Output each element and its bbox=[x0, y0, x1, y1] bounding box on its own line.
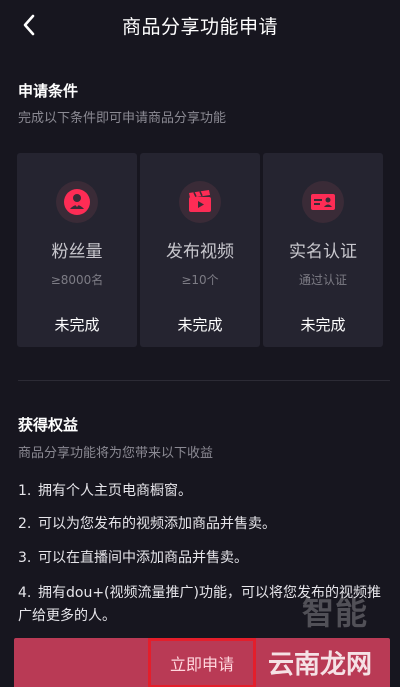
condition-label: 发布视频 bbox=[166, 242, 234, 262]
back-button[interactable] bbox=[14, 10, 44, 40]
benefit-text: 可以在直播间中添加商品并售卖。 bbox=[38, 550, 248, 566]
condition-requirement: 通过认证 bbox=[298, 273, 347, 287]
benefit-item: 3. 可以在直播间中添加商品并售卖。 bbox=[18, 547, 388, 570]
benefit-number: 1. bbox=[18, 483, 32, 499]
conditions-title: 申请条件 bbox=[18, 82, 79, 100]
page-title: 商品分享功能申请 bbox=[121, 15, 278, 38]
benefits-title: 获得权益 bbox=[18, 416, 79, 434]
condition-label: 实名认证 bbox=[289, 242, 357, 262]
condition-label: 粉丝量 bbox=[51, 242, 103, 262]
benefit-number: 3. bbox=[18, 550, 32, 566]
header-bar: 商品分享功能申请 bbox=[0, 0, 400, 50]
fans-icon bbox=[56, 181, 98, 223]
benefit-item: 2. 可以为您发布的视频添加商品并售卖。 bbox=[18, 513, 388, 536]
conditions-cards: 粉丝量 ≥8000名 未完成 发布视频 ≥10个 未完成 实名认证 通过认证 未… bbox=[17, 153, 383, 347]
apply-now-button[interactable]: 立即申请 bbox=[148, 637, 256, 687]
chevron-left-icon bbox=[23, 14, 35, 36]
benefit-item: 1. 拥有个人主页电商橱窗。 bbox=[18, 480, 388, 503]
condition-card-realname: 实名认证 通过认证 未完成 bbox=[263, 153, 383, 347]
id-card-icon bbox=[302, 181, 344, 223]
video-clapper-icon bbox=[179, 181, 221, 223]
condition-status: 未完成 bbox=[177, 316, 223, 334]
benefit-text: 可以为您发布的视频添加商品并售卖。 bbox=[38, 516, 276, 532]
conditions-subtitle: 完成以下条件即可申请商品分享功能 bbox=[18, 111, 227, 126]
condition-card-videos: 发布视频 ≥10个 未完成 bbox=[140, 153, 260, 347]
condition-status: 未完成 bbox=[300, 316, 346, 334]
benefit-text: 拥有个人主页电商橱窗。 bbox=[38, 483, 192, 499]
section-divider bbox=[18, 380, 390, 381]
benefit-number: 2. bbox=[18, 516, 32, 532]
condition-requirement: ≥8000名 bbox=[50, 273, 104, 287]
watermark-text: 云南龙网 bbox=[268, 650, 373, 680]
benefit-number: 4. bbox=[18, 585, 32, 601]
condition-status: 未完成 bbox=[54, 316, 100, 334]
benefits-subtitle: 商品分享功能将为您带来以下收益 bbox=[18, 446, 214, 461]
condition-card-fans: 粉丝量 ≥8000名 未完成 bbox=[17, 153, 137, 347]
condition-requirement: ≥10个 bbox=[181, 273, 219, 287]
